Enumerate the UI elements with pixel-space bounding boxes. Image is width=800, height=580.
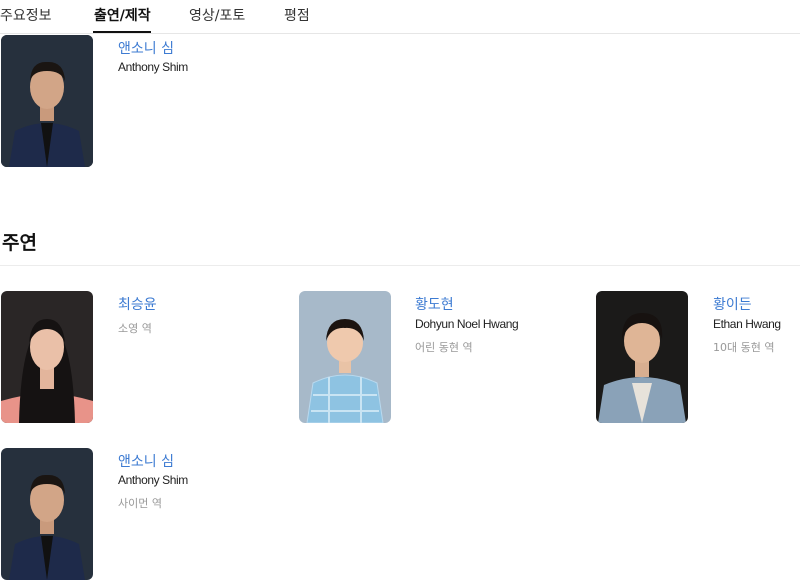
tab-reviews[interactable]: 평점 (284, 5, 310, 25)
cast-role: 10대 동현 역 (713, 341, 775, 354)
tab-cast-crew[interactable]: 출연/제작 (94, 5, 151, 25)
cast-name[interactable]: 앤소니 심 (118, 451, 174, 471)
cast-role: 소영 역 (118, 322, 152, 335)
cast-name[interactable]: 황도현 (415, 294, 454, 314)
cast-photo[interactable] (1, 291, 93, 423)
cast-photo[interactable] (299, 291, 391, 423)
director-photo[interactable] (1, 35, 93, 167)
section-title-lead-cast: 주연 (2, 232, 37, 254)
cast-english-name: Ethan Hwang (713, 317, 781, 331)
tab-bar: 주요정보 출연/제작 영상/포토 평점 (0, 0, 800, 34)
cast-english-name: Dohyun Noel Hwang (415, 317, 519, 331)
section-divider (0, 265, 800, 266)
active-tab-indicator (93, 31, 151, 33)
cast-role: 사이먼 역 (118, 497, 162, 510)
cast-photo[interactable] (596, 291, 688, 423)
tab-video-photo[interactable]: 영상/포토 (189, 5, 245, 25)
cast-role: 어린 동현 역 (415, 341, 473, 354)
director-english-name: Anthony Shim (118, 60, 188, 74)
cast-photo[interactable] (1, 448, 93, 580)
tab-main-info[interactable]: 주요정보 (0, 5, 52, 25)
director-name[interactable]: 앤소니 심 (118, 38, 174, 58)
cast-name[interactable]: 최승윤 (118, 294, 157, 314)
cast-name[interactable]: 황이든 (713, 294, 752, 314)
cast-english-name: Anthony Shim (118, 473, 188, 487)
